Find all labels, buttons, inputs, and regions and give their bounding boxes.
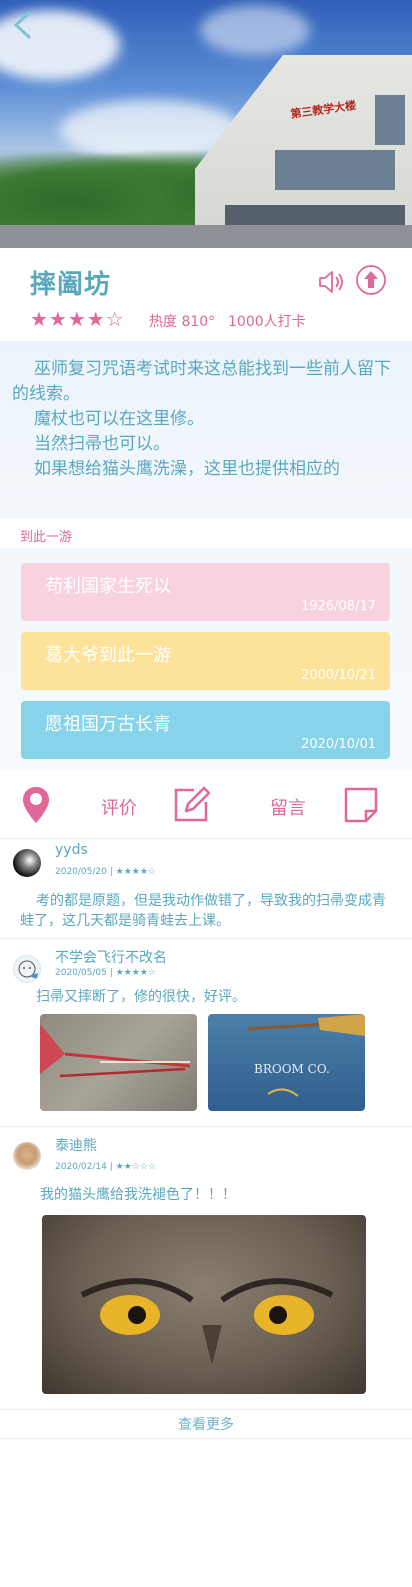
rating-stars: ★★★★☆ [30,307,125,331]
visit-card-date: 2000/10/21 [301,668,376,683]
back-arrow-icon[interactable] [10,8,38,42]
visit-card-text: 苟利国家生死以 [45,576,171,597]
note-icon[interactable] [344,787,378,823]
description-line: 如果想给猫头鹰洗澡，这里也提供相应的 [34,459,340,479]
visit-card-date: 2020/10/01 [301,737,376,752]
road [0,225,412,248]
building [195,55,412,245]
comment-body: 考的都是原题，但是我动作做错了，导致我的扫帚变成青蛙了，这几天都是骑青蛙去上课。 [20,893,386,929]
visit-card[interactable]: 葛大爷到此一游 2000/10/21 [21,632,390,690]
visit-card-text: 愿祖国万古长青 [45,714,171,735]
comment-item: yyds 2020/05/20 | ★★★★☆ 考的都是原题，但是我动作做错了，… [0,838,412,938]
comment-item: 不学会飞行不改名 2020/05/05 | ★★★★☆ 扫帚又摔断了，修的很快，… [0,938,412,1126]
visit-card[interactable]: 愿祖国万古长青 2020/10/01 [21,701,390,759]
broom-icon [40,1024,191,1078]
description-line: 魔杖也可以在这里修。 [34,409,204,429]
comment-author: 泰迪熊 [55,1138,97,1154]
heat-value: 热度 810° [149,314,216,330]
edit-icon[interactable] [172,786,210,824]
hero-image: 第三教学大楼 [0,0,412,248]
avatar [13,955,41,983]
avatar [13,1142,41,1170]
cloud [200,5,310,55]
description-line: 巫师复习咒语考试时来这总能找到一些前人留下的线索。 [12,359,391,404]
speaker-icon[interactable] [317,268,345,296]
comment-photo-broom-co[interactable]: BROOM CO. [208,1014,365,1111]
visits-label: 到此一游 [20,530,73,545]
see-more-button[interactable]: 查看更多 [0,1409,412,1439]
comment-meta: 2020/05/05 | ★★★★☆ [55,968,156,978]
evaluate-button[interactable]: 评价 [101,794,137,820]
message-button[interactable]: 留言 [270,794,306,820]
description: 巫师复习咒语考试时来这总能找到一些前人留下的线索。 魔杖也可以在这里修。 当然扫… [0,341,412,519]
comment-meta: 2020/05/20 | ★★★★☆ [55,867,156,877]
avatar-face-icon [18,960,38,979]
page-title: 摔阖坊 [30,270,112,300]
visit-list: 苟利国家生死以 1926/08/17 葛大爷到此一游 2000/10/21 愿祖… [0,548,412,770]
location-pin-icon[interactable] [21,785,51,825]
comment-photo-owl[interactable] [42,1215,366,1394]
comment-author: yyds [55,842,88,858]
comment-body: 我的猫头鹰给我洗褪色了！！！ [40,1187,236,1203]
comment-body: 扫帚又摔断了，修的很快，好评。 [36,989,246,1005]
comment-item: 泰迪熊 2020/02/14 | ★★☆☆☆ 我的猫头鹰给我洗褪色了！！！ [0,1126,412,1409]
comment-meta: 2020/02/14 | ★★☆☆☆ [55,1162,156,1172]
owl-icon [80,1278,334,1365]
share-icon[interactable] [355,264,387,296]
avatar [13,849,41,877]
photo-caption: BROOM CO. [254,1062,330,1076]
visit-card[interactable]: 苟利国家生死以 1926/08/17 [21,563,390,621]
checkin-count: 1000人打卡 [228,314,306,330]
description-line: 当然扫帚也可以。 [34,434,170,454]
visit-card-text: 葛大爷到此一游 [45,645,171,666]
comment-author: 不学会飞行不改名 [55,950,167,966]
comment-photo-broken-broom[interactable] [40,1014,197,1111]
visit-card-date: 1926/08/17 [301,599,376,614]
